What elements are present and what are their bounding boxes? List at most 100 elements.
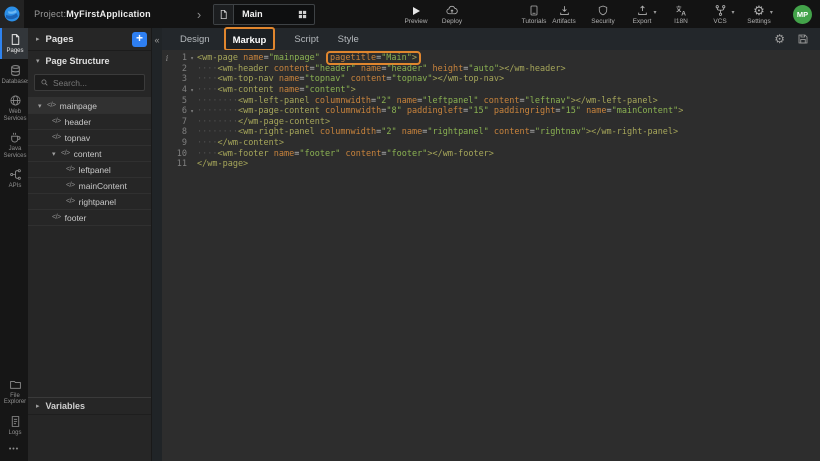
app-window: Project:MyFirstApplication › Main Previe… — [0, 0, 820, 461]
tree-item-footer[interactable]: </>footer — [28, 210, 151, 226]
token-attr: pagetitle — [330, 53, 376, 63]
sidebar-item-pages[interactable]: Pages — [0, 28, 28, 59]
code-line[interactable]: 9····</wm-content> — [162, 138, 820, 149]
tree-item-content[interactable]: ▾</>content — [28, 146, 151, 162]
folder-icon — [9, 378, 22, 391]
indent-whitespace: ···· — [197, 138, 217, 148]
user-avatar[interactable]: MP — [793, 5, 812, 24]
settings-button[interactable]: ⚙ ▾ Settings — [744, 0, 774, 28]
main-area: Pages Databases Web Services — [0, 28, 820, 461]
fold-marker-icon[interactable]: ▾ — [187, 108, 197, 115]
line-number: 1 — [172, 53, 187, 63]
chevron-down-icon: ▾ — [653, 9, 656, 16]
token-str: "leftnav" — [525, 96, 571, 106]
page-structure-header[interactable]: ▾ Page Structure — [28, 51, 151, 71]
tutorials-button[interactable]: Tutorials — [519, 0, 549, 28]
sidebar-item-apis[interactable]: APIs — [0, 163, 28, 194]
chevron-right-icon: ▸ — [36, 402, 40, 410]
breadcrumb-chevron-icon: › — [197, 8, 201, 21]
project-label: Project: — [34, 9, 66, 19]
tree-item-mainContent[interactable]: </>mainContent — [28, 178, 151, 194]
code-line[interactable]: 10····<wm-footer name="footer" content="… — [162, 148, 820, 159]
code-line[interactable]: 4▾····<wm-content name="content"> — [162, 85, 820, 96]
grid-view-icon[interactable] — [297, 9, 308, 20]
indent-whitespace: ········ — [197, 106, 238, 116]
code-line[interactable]: 8········<wm-right-panel columnwidth="2"… — [162, 127, 820, 138]
variables-header[interactable]: ▸ Variables — [28, 397, 151, 415]
code-line[interactable]: 3····<wm-top-nav name="topnav" content="… — [162, 74, 820, 85]
rail-overflow-button[interactable]: ••• — [0, 440, 28, 461]
token-pl — [320, 53, 325, 63]
tree-expand-caret[interactable]: ▾ — [52, 150, 61, 158]
translate-icon: A — [674, 4, 688, 17]
deploy-button[interactable]: Deploy — [437, 0, 467, 28]
wavemaker-logo[interactable] — [0, 0, 24, 28]
code-line[interactable]: 6▾········<wm-page-content columnwidth="… — [162, 106, 820, 117]
line-number: 6 — [172, 106, 187, 116]
topbar-right-actions: Artifacts Security ▾ Export — [549, 0, 820, 28]
pages-icon — [9, 33, 22, 46]
sidebar-item-databases[interactable]: Databases — [0, 59, 28, 90]
code-text: ····</wm-content> — [197, 138, 284, 148]
editor-settings-gear-icon[interactable]: ⚙ — [774, 33, 785, 46]
code-text: </wm-page> — [197, 159, 248, 169]
tab-style[interactable]: Style — [338, 34, 359, 45]
token-attr: name — [361, 64, 381, 74]
token-attr: name — [279, 85, 299, 95]
sidebar-item-logs[interactable]: Logs — [0, 410, 28, 441]
sidebar-item-web-services[interactable]: Web Services — [0, 89, 28, 126]
token-tag: </wm-page> — [197, 159, 248, 169]
top-bar: Project:MyFirstApplication › Main Previe… — [0, 0, 820, 28]
code-line[interactable]: i1▾<wm-page name="mainpage" pagetitle="M… — [162, 53, 820, 64]
code-line[interactable]: 11</wm-page> — [162, 159, 820, 170]
add-page-button[interactable]: + — [132, 32, 147, 47]
sidebar-item-file-explorer[interactable]: File Explorer — [0, 373, 28, 410]
download-tray-icon — [558, 4, 571, 17]
chevron-down-icon: ▾ — [770, 9, 773, 16]
i18n-button[interactable]: A I18N — [666, 0, 696, 28]
code-editor[interactable]: i1▾<wm-page name="mainpage" pagetitle="M… — [162, 50, 820, 461]
tree-expand-caret[interactable]: ▾ — [38, 102, 47, 110]
fold-marker-icon[interactable]: ▾ — [187, 55, 197, 62]
token-str: "2" — [376, 96, 391, 106]
export-button[interactable]: ▾ Export — [627, 0, 657, 28]
collapse-panel-button[interactable]: « — [154, 35, 159, 45]
tree-item-topnav[interactable]: </>topnav — [28, 130, 151, 146]
code-line[interactable]: 7········</wm-page-content> — [162, 117, 820, 128]
code-line[interactable]: 5········<wm-left-panel columnwidth="2" … — [162, 95, 820, 106]
code-text: ········<wm-page-content columnwidth="8"… — [197, 106, 683, 116]
tree-item-label: mainContent — [79, 181, 127, 191]
tree-item-header[interactable]: </>header — [28, 114, 151, 130]
panel-bottom-space — [28, 415, 151, 461]
code-line[interactable]: 2····<wm-header content="header" name="h… — [162, 64, 820, 75]
token-tag: <wm-footer — [217, 149, 268, 159]
gear-icon: ⚙ ▾ — [753, 4, 765, 17]
token-attr: name — [402, 127, 422, 137]
artifacts-button[interactable]: Artifacts — [549, 0, 579, 28]
token-tag: ></wm-right-panel> — [586, 127, 678, 137]
editor-tab-bar: Design Markup Script Style ⚙ — [162, 28, 820, 50]
code-text: ········<wm-right-panel columnwidth="2" … — [197, 127, 678, 137]
sidebar-item-java-services[interactable]: Java Services — [0, 126, 28, 163]
preview-button[interactable]: Preview — [401, 0, 431, 28]
security-button[interactable]: Security — [588, 0, 618, 28]
vcs-button[interactable]: ▾ VCS — [705, 0, 735, 28]
pages-panel-header[interactable]: ▸ Pages + — [28, 28, 151, 51]
search-input[interactable] — [53, 78, 139, 88]
save-icon[interactable] — [797, 33, 809, 45]
tree-item-rightpanel[interactable]: </>rightpanel — [28, 194, 151, 210]
fold-marker-icon[interactable]: ▾ — [187, 87, 197, 94]
chevron-down-icon: ▾ — [36, 57, 40, 65]
page-tab-main[interactable]: Main — [213, 4, 315, 25]
tree-item-label: rightpanel — [79, 197, 116, 207]
tab-script[interactable]: Script — [294, 34, 318, 45]
tree-item-leftpanel[interactable]: </>leftpanel — [28, 162, 151, 178]
token-attr: name — [586, 106, 606, 116]
tree-item-mainpage[interactable]: ▾</>mainpage — [28, 98, 151, 114]
tab-design[interactable]: Design — [180, 34, 210, 45]
left-rail: Pages Databases Web Services — [0, 28, 28, 461]
project-name: MyFirstApplication — [66, 9, 151, 19]
tab-markup[interactable]: Markup — [233, 35, 267, 46]
project-title: Project:MyFirstApplication — [34, 9, 151, 19]
search-icon — [40, 78, 49, 87]
